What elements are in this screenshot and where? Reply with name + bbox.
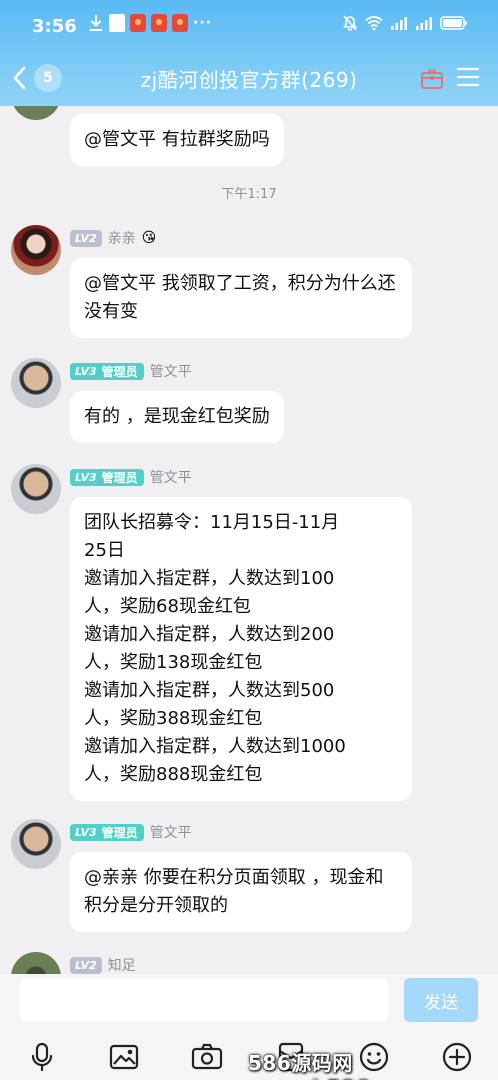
sender-meta: LV2 亲亲 😘 <box>70 228 156 248</box>
back-button[interactable]: 5 <box>12 62 68 94</box>
camera-icon[interactable] <box>190 1040 224 1074</box>
message-bubble[interactable]: @管文平 有拉群奖励吗 <box>70 114 284 166</box>
avatar[interactable] <box>11 464 61 514</box>
notification-icons: ··· <box>88 14 212 32</box>
voice-icon[interactable] <box>25 1040 59 1074</box>
admin-label: 管理员 <box>99 468 144 486</box>
status-time: 3:56 <box>32 16 77 37</box>
unread-count-badge: 5 <box>34 64 62 92</box>
mute-icon <box>342 15 358 31</box>
message-line: 人，奖励388现金红包 <box>84 708 263 729</box>
message-line: 人，奖励68现金红包 <box>84 596 251 617</box>
message-line: 邀请加入指定群，人数达到500 <box>84 680 335 701</box>
message-line: 邀请加入指定群，人数达到1000 <box>84 736 346 757</box>
message-line: 人，奖励888现金红包 <box>84 764 263 785</box>
send-button[interactable]: 发送 <box>404 978 478 1022</box>
status-bar: 3:56 ··· <box>0 0 498 48</box>
level-badge: LV3 <box>70 823 100 841</box>
role-badge: LV3 管理员 <box>70 823 144 841</box>
red-packet-notification-icon <box>172 14 188 32</box>
message-line: 25日 <box>84 540 125 561</box>
message-line: 邀请加入指定群，人数达到200 <box>84 624 335 645</box>
image-icon[interactable] <box>107 1040 141 1074</box>
level-badge: LV2 <box>70 956 102 974</box>
message-bubble[interactable]: 团队长招募令：11月15日-11月 25日 邀请加入指定群，人数达到100 人，… <box>70 497 412 801</box>
group-title: zj酷河创投官方群(269) <box>140 68 358 92</box>
role-badge: LV3 管理员 <box>70 362 144 380</box>
message-line: 人，奖励138现金红包 <box>84 652 263 673</box>
menu-icon[interactable] <box>457 67 479 87</box>
message-bubble[interactable]: @管文平 我领取了工资，积分为什么还没有变 <box>70 258 412 338</box>
wifi-icon <box>365 16 383 31</box>
avatar[interactable] <box>11 952 61 974</box>
red-packet-notification-icon <box>130 14 146 32</box>
signal-icon <box>391 17 407 30</box>
sender-name[interactable]: 知足 <box>108 955 136 974</box>
role-badge: LV3 管理员 <box>70 468 144 486</box>
sender-meta: LV3 管理员 管文平 <box>70 822 192 842</box>
chat-screen: 3:56 ··· 5 zj酷河创投官方群(269) @管文平 有拉群奖励吗 下午… <box>0 0 498 1080</box>
message-list[interactable]: @管文平 有拉群奖励吗 下午1:17 LV2 亲亲 😘 @管文平 我领取了工资，… <box>0 106 498 974</box>
chat-header: 5 zj酷河创投官方群(269) <box>0 48 498 106</box>
sender-meta: LV3 管理员 管文平 <box>70 467 192 487</box>
message-line: 邀请加入指定群，人数达到100 <box>84 568 335 589</box>
sender-name[interactable]: 亲亲 <box>108 228 136 248</box>
avatar[interactable] <box>11 358 61 408</box>
sender-name[interactable]: 管文平 <box>150 822 192 842</box>
chevron-left-icon <box>13 66 26 90</box>
message-timestamp: 下午1:17 <box>221 187 277 202</box>
sender-meta: LV3 管理员 管文平 <box>70 361 192 381</box>
signal-icon <box>416 17 432 30</box>
watermark: 586源码网 www.h586.com <box>248 1051 425 1080</box>
battery-icon <box>440 16 467 30</box>
level-badge: LV3 <box>70 362 100 380</box>
level-badge: LV2 <box>70 229 102 247</box>
message-bubble[interactable]: @亲亲 你要在积分页面领取 ，现金和积分是分开领取的 <box>70 852 412 932</box>
gift-icon[interactable] <box>420 66 444 90</box>
more-notifications-icon: ··· <box>193 15 212 31</box>
level-badge: LV3 <box>70 468 100 486</box>
admin-label: 管理员 <box>99 362 144 380</box>
red-packet-notification-icon <box>151 14 167 32</box>
app-notification-icon <box>109 14 125 32</box>
avatar[interactable] <box>11 225 61 275</box>
sender-name[interactable]: 管文平 <box>150 467 192 487</box>
message-line: 团队长招募令：11月15日-11月 <box>84 512 340 533</box>
top-bar: 3:56 ··· 5 zj酷河创投官方群(269) <box>0 0 498 106</box>
admin-label: 管理员 <box>99 823 144 841</box>
sender-name[interactable]: 管文平 <box>150 361 192 381</box>
avatar[interactable] <box>11 106 61 120</box>
download-icon <box>90 15 102 31</box>
sender-meta: LV2 知足 <box>70 955 136 974</box>
system-icons <box>342 15 468 31</box>
avatar[interactable] <box>11 819 61 869</box>
message-bubble[interactable]: 有的 ，是现金红包奖励 <box>70 391 284 443</box>
message-input[interactable] <box>20 978 388 1022</box>
kiss-emoji: 😘 <box>141 230 157 246</box>
